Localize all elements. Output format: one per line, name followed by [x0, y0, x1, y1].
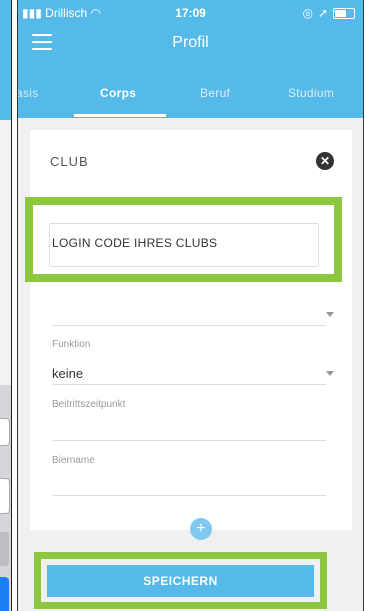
highlight-frame: SPEICHERN: [34, 552, 327, 609]
page-title: Profil: [172, 34, 209, 51]
location-icon: ➚: [317, 6, 328, 20]
phone-divider: [363, 0, 364, 611]
highlight-frame: LOGIN CODE IHRES CLUBS: [25, 197, 342, 282]
tab-studium[interactable]: Studium: [288, 86, 334, 100]
funktion-select[interactable]: keine: [52, 366, 83, 381]
battery-icon: [333, 7, 355, 19]
active-tab-indicator: [74, 114, 166, 117]
tab-bar: asis Corps Beruf Studium: [18, 78, 363, 118]
chevron-down-icon[interactable]: [326, 371, 334, 376]
biername-label: Biername: [52, 455, 95, 466]
login-code-input[interactable]: LOGIN CODE IHRES CLUBS: [49, 223, 319, 267]
phone-screen: ▮▮▮ Drillisch ◠ 17:09 ◎ ➚ Profil asis Co…: [18, 0, 363, 611]
tab-beruf[interactable]: Beruf: [200, 86, 230, 100]
divider: [52, 325, 326, 326]
left-phone-field: [0, 418, 10, 446]
alarm-icon: ◎: [302, 6, 313, 20]
add-icon[interactable]: +: [190, 518, 212, 540]
status-icons: ◎ ➚: [302, 6, 355, 20]
chevron-down-icon[interactable]: [326, 312, 334, 317]
status-bar: ▮▮▮ Drillisch ◠ 17:09 ◎ ➚: [18, 6, 363, 22]
beitritt-input[interactable]: [52, 440, 326, 441]
section-label: CLUB: [50, 154, 89, 169]
tab-basis[interactable]: asis: [18, 86, 39, 100]
club-card: CLUB ✕ Funktion keine Beitrittszeitpunkt…: [30, 130, 352, 530]
divider: [52, 384, 326, 385]
beitritt-label: Beitrittszeitpunkt: [52, 399, 126, 410]
left-phone-blue-button: [0, 577, 9, 611]
save-button[interactable]: SPEICHERN: [47, 565, 314, 597]
left-phone-field: [0, 478, 10, 514]
phone-divider: [11, 0, 12, 611]
tab-corps[interactable]: Corps: [100, 86, 136, 100]
funktion-label: Funktion: [52, 339, 91, 350]
left-phone-gray-button: [0, 532, 9, 566]
biername-input[interactable]: [52, 495, 326, 496]
app-header: ▮▮▮ Drillisch ◠ 17:09 ◎ ➚ Profil asis Co…: [18, 0, 363, 118]
close-icon[interactable]: ✕: [316, 152, 334, 170]
